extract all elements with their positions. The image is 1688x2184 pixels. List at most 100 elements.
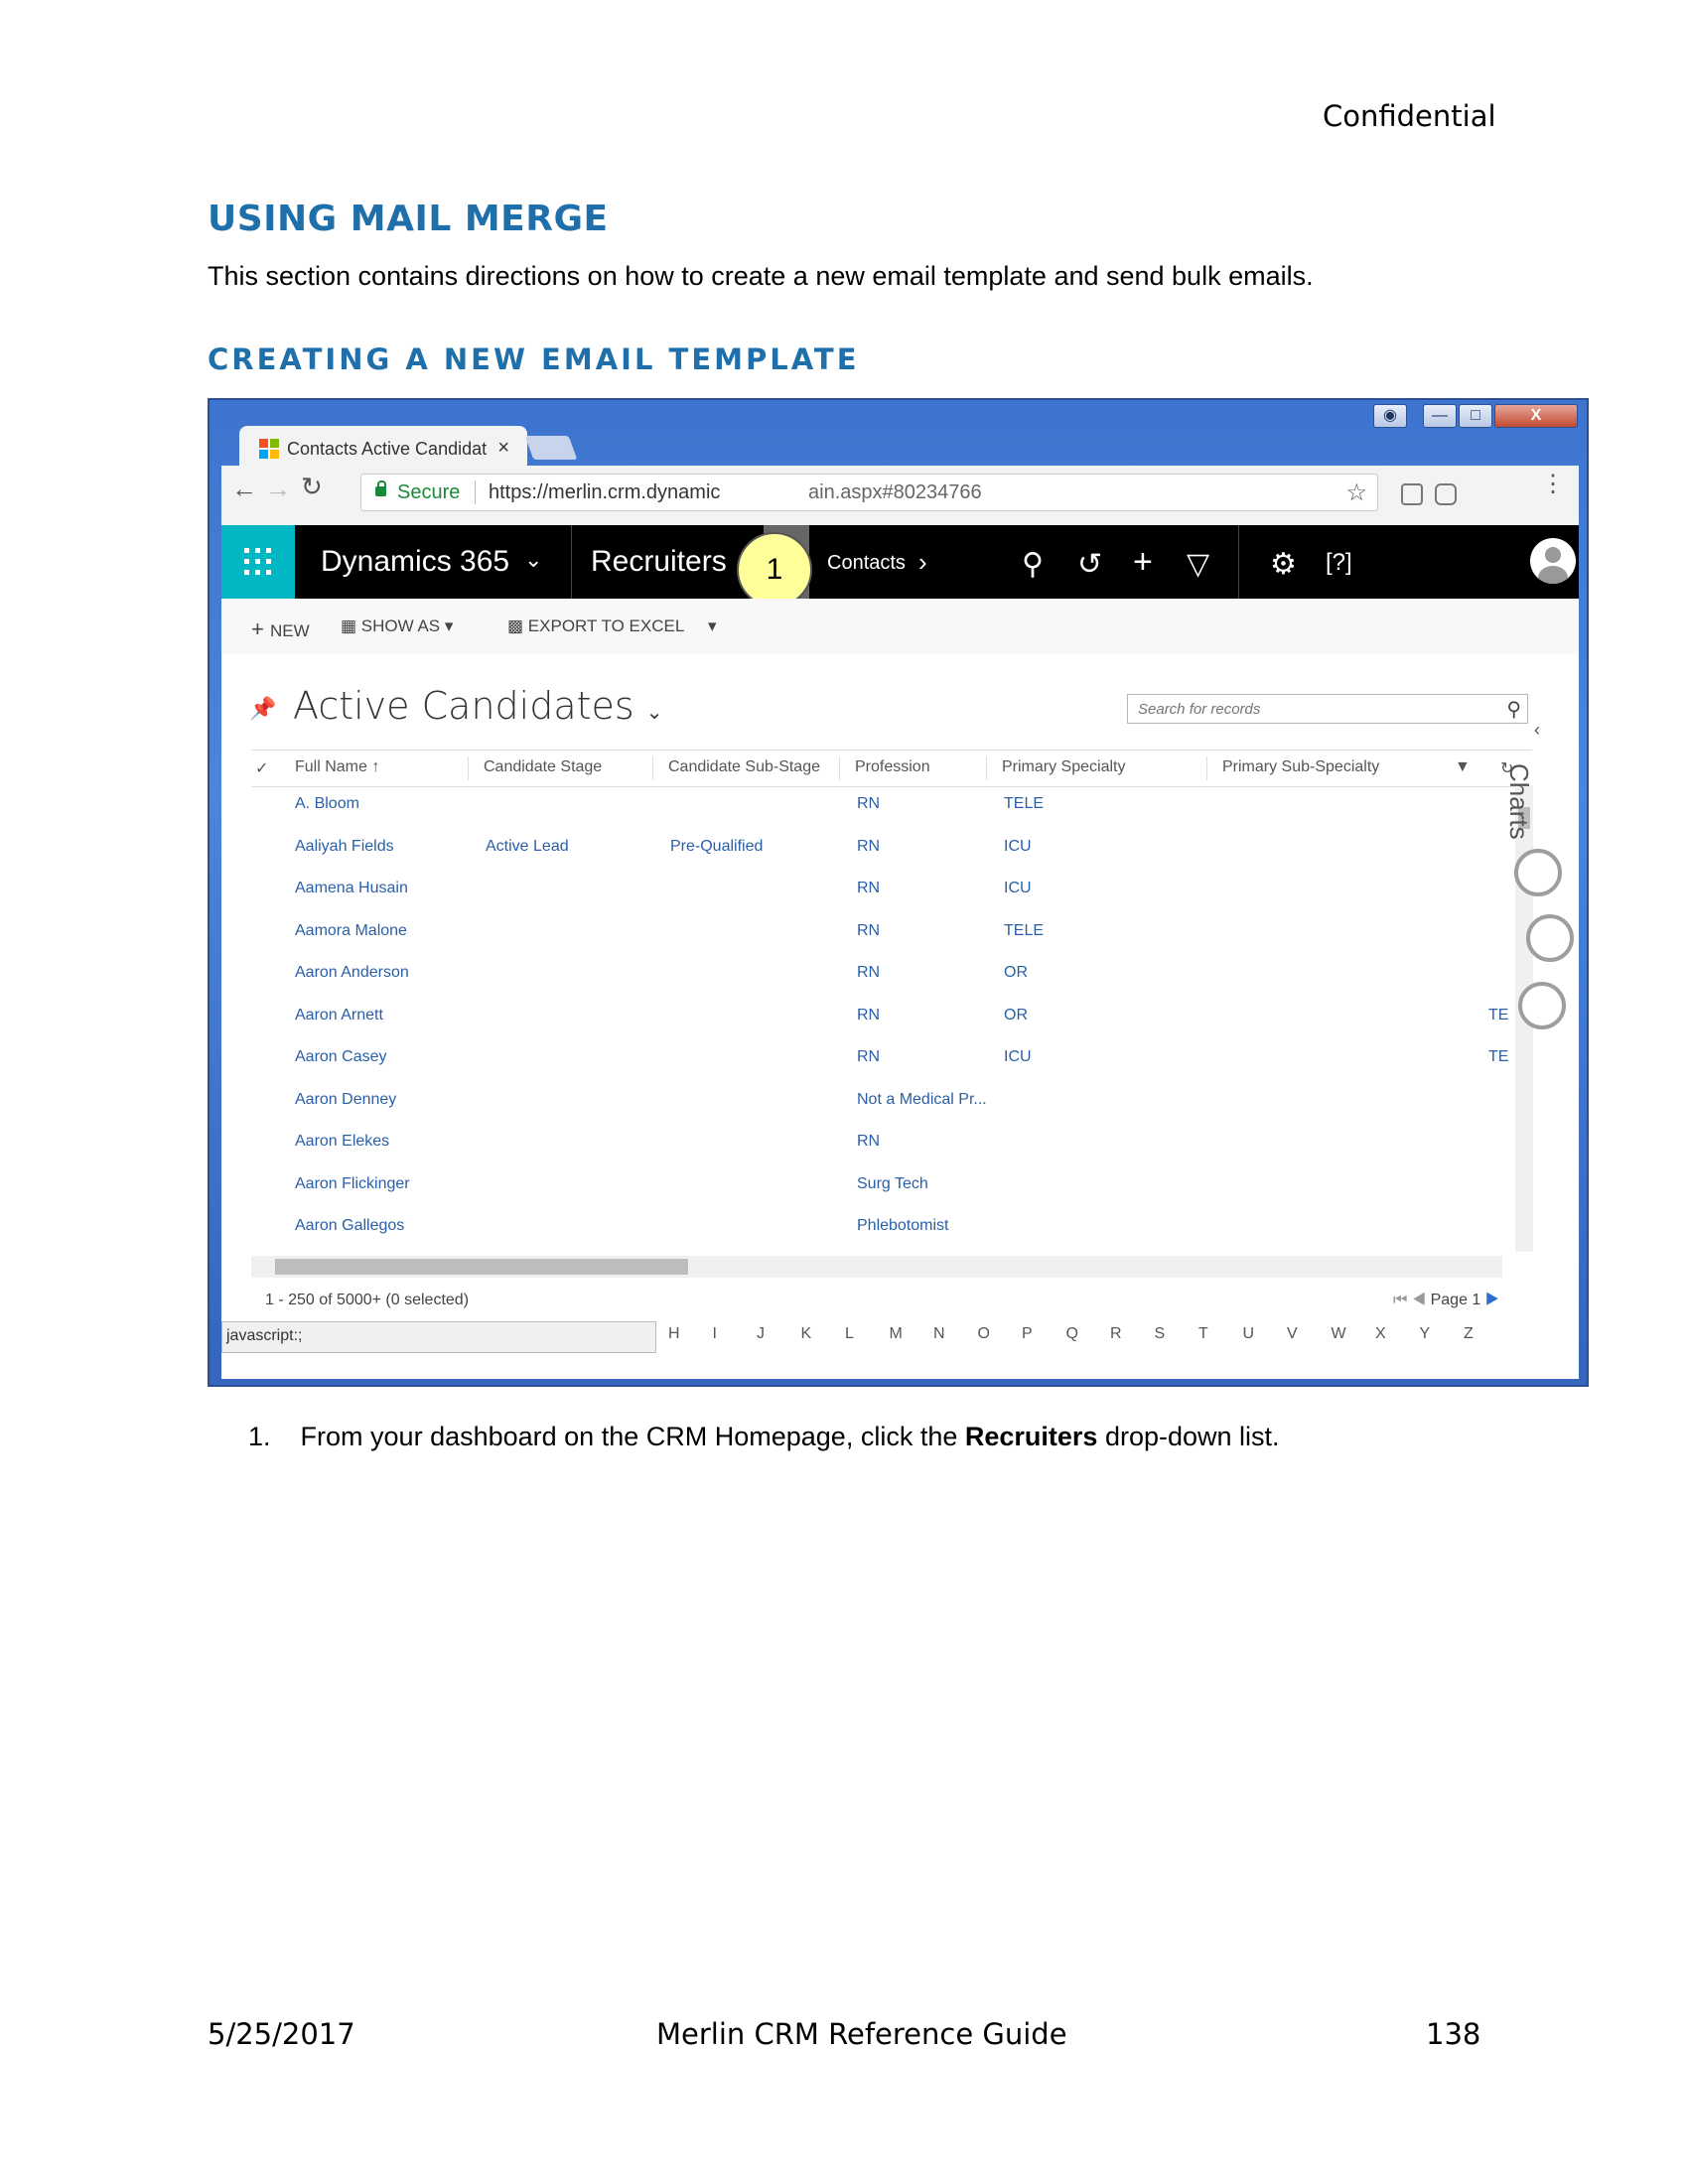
column-primary-specialty[interactable]: Primary Specialty [1002, 758, 1125, 776]
alphabet-letter[interactable]: X [1375, 1325, 1420, 1343]
minimize-button[interactable]: — [1423, 404, 1457, 428]
charts-pane-label[interactable]: Charts [1503, 763, 1534, 840]
table-cell-profession: RN [857, 1006, 881, 1024]
table-row[interactable]: Aaron Arnett RN OR TE [251, 997, 1508, 1038]
maximize-button[interactable]: □ [1459, 404, 1492, 428]
export-dropdown-icon[interactable]: ▾ [708, 616, 717, 636]
view-title[interactable]: Active Candidates ⌄ [293, 684, 663, 728]
table-cell-name[interactable]: Aaron Arnett [295, 1007, 383, 1024]
alphabet-letter[interactable]: R [1110, 1325, 1155, 1343]
table-row[interactable]: Aaron Denney Not a Medical Pr... [251, 1081, 1502, 1123]
search-records-icon[interactable]: ⚲ [1506, 697, 1521, 722]
back-icon[interactable]: ← [231, 474, 257, 504]
table-row[interactable]: A. Bloom RN TELE [251, 785, 1502, 827]
brand-dynamics-365[interactable]: Dynamics 365 [321, 545, 509, 579]
table-row[interactable]: Aaron Gallegos Phlebotomist [251, 1207, 1502, 1249]
charts-expand-icon[interactable]: ‹ [1534, 720, 1540, 741]
footer-page-number: 138 [1426, 2017, 1481, 2051]
alphabet-letter[interactable]: I [713, 1325, 758, 1343]
alphabet-letter[interactable]: P [1022, 1325, 1066, 1343]
table-cell-name[interactable]: Aaron Denney [295, 1091, 396, 1109]
table-cell-name[interactable]: Aamora Malone [295, 922, 407, 940]
table-cell-name[interactable]: Aaliyah Fields [295, 838, 394, 856]
extension-icon[interactable] [1401, 483, 1423, 505]
table-cell-name[interactable]: Aaron Anderson [295, 964, 409, 982]
table-cell-name[interactable]: A. Bloom [295, 795, 359, 813]
table-row[interactable]: Aaron Anderson RN OR [251, 954, 1502, 996]
next-page-icon[interactable]: ▶ [1485, 1292, 1499, 1308]
help-icon[interactable]: [?] [1326, 549, 1352, 577]
url-text: https://merlin.crm.dynamic [489, 481, 721, 503]
line-chart-icon[interactable] [1518, 982, 1566, 1029]
contacts-nav[interactable]: Contacts [827, 552, 906, 575]
alphabet-letter[interactable]: L [845, 1325, 890, 1343]
table-row[interactable]: Aaron Flickinger Surg Tech [251, 1165, 1502, 1207]
chevron-right-icon[interactable]: › [918, 547, 927, 578]
reload-icon[interactable]: ↻ [301, 472, 323, 502]
alphabet-letter[interactable]: H [668, 1325, 713, 1343]
app-launcher-icon[interactable] [221, 525, 295, 599]
table-row[interactable]: Aaron Casey RN ICU TE [251, 1038, 1508, 1080]
bookmark-star-icon[interactable]: ☆ [1345, 478, 1367, 507]
alphabet-letter[interactable]: Z [1464, 1325, 1508, 1343]
user-avatar[interactable] [1530, 538, 1576, 584]
table-row[interactable]: Aamora Malone RN TELE [251, 912, 1502, 954]
address-bar[interactable]: Secure https://merlin.crm.dynamic ain.as… [360, 474, 1378, 511]
close-tab-icon[interactable]: × [497, 437, 509, 460]
recruiters-area[interactable]: Recruiters [591, 545, 727, 579]
table-cell-name[interactable]: Aaron Elekes [295, 1133, 389, 1151]
alphabet-letter[interactable]: T [1198, 1325, 1243, 1343]
column-full-name[interactable]: Full Name ↑ [295, 758, 379, 776]
alphabet-letter[interactable]: Y [1420, 1325, 1465, 1343]
column-primary-sub-specialty[interactable]: Primary Sub-Specialty [1222, 758, 1379, 776]
alphabet-letter[interactable]: Q [1066, 1325, 1111, 1343]
show-as-button[interactable]: ▦ SHOW AS ▾ [341, 616, 453, 636]
pie-chart-icon[interactable] [1526, 914, 1574, 962]
browser-tab[interactable]: Contacts Active Candidat × [239, 426, 527, 468]
export-to-excel-button[interactable]: ▩ EXPORT TO EXCEL [507, 616, 684, 636]
settings-gear-icon[interactable]: ⚙ [1270, 547, 1297, 582]
table-cell-name[interactable]: Aaron Flickinger [295, 1175, 410, 1193]
table-cell-name[interactable]: Aaron Casey [295, 1048, 387, 1066]
brand-chevron-down-icon[interactable]: ⌄ [524, 547, 542, 573]
alphabet-letter[interactable]: N [933, 1325, 978, 1343]
bar-chart-icon[interactable] [1514, 849, 1562, 896]
table-row[interactable]: Aaron Elekes RN [251, 1123, 1502, 1164]
search-records-field[interactable]: ⚲ [1127, 694, 1528, 724]
select-all-checkmark-icon[interactable]: ✓ [255, 758, 268, 778]
user-window-button[interactable]: ◉ [1373, 404, 1407, 428]
advanced-find-filter-icon[interactable]: ▽ [1187, 547, 1209, 582]
table-row[interactable]: Aamena Husain RN ICU [251, 870, 1502, 911]
alphabet-letter[interactable]: O [978, 1325, 1023, 1343]
column-candidate-sub-stage[interactable]: Candidate Sub-Stage [668, 758, 820, 776]
horizontal-scrollbar[interactable] [251, 1256, 1502, 1278]
new-tab-button[interactable] [524, 436, 578, 460]
close-window-button[interactable]: X [1494, 404, 1578, 428]
table-cell-name[interactable]: Aamena Husain [295, 880, 408, 897]
search-icon[interactable]: ⚲ [1022, 547, 1044, 582]
previous-page-icon[interactable]: ◀ [1412, 1292, 1426, 1308]
recent-history-icon[interactable]: ↺ [1077, 547, 1102, 582]
forward-icon[interactable]: → [265, 474, 291, 504]
alphabet-letter[interactable]: U [1243, 1325, 1288, 1343]
alphabet-letter[interactable]: J [757, 1325, 801, 1343]
extension-2-icon[interactable] [1435, 483, 1457, 505]
alphabet-letter[interactable]: W [1332, 1325, 1376, 1343]
browser-menu-icon[interactable]: ⋮ [1541, 473, 1565, 496]
alphabet-letter[interactable]: S [1155, 1325, 1199, 1343]
table-row[interactable]: Aaliyah Fields Active Lead Pre-Qualified RN… [251, 828, 1502, 870]
first-page-icon[interactable]: ⏮ [1393, 1292, 1407, 1308]
table-cell-name[interactable]: Aaron Gallegos [295, 1217, 404, 1235]
alphabet-letter[interactable]: M [890, 1325, 934, 1343]
column-profession[interactable]: Profession [855, 758, 930, 776]
column-filter-icon[interactable]: ▼ [1455, 758, 1471, 776]
subsection-title: CREATING A NEW EMAIL TEMPLATE [208, 342, 860, 376]
search-input[interactable] [1136, 700, 1477, 719]
footer-title: Merlin CRM Reference Guide [656, 2017, 1067, 2051]
create-plus-icon[interactable]: + [1133, 543, 1153, 582]
alphabet-letter[interactable]: K [801, 1325, 846, 1343]
new-button[interactable]: + NEW [251, 616, 310, 642]
column-candidate-stage[interactable]: Candidate Stage [484, 758, 602, 776]
pin-icon[interactable]: 📌 [249, 696, 276, 722]
alphabet-letter[interactable]: V [1287, 1325, 1332, 1343]
